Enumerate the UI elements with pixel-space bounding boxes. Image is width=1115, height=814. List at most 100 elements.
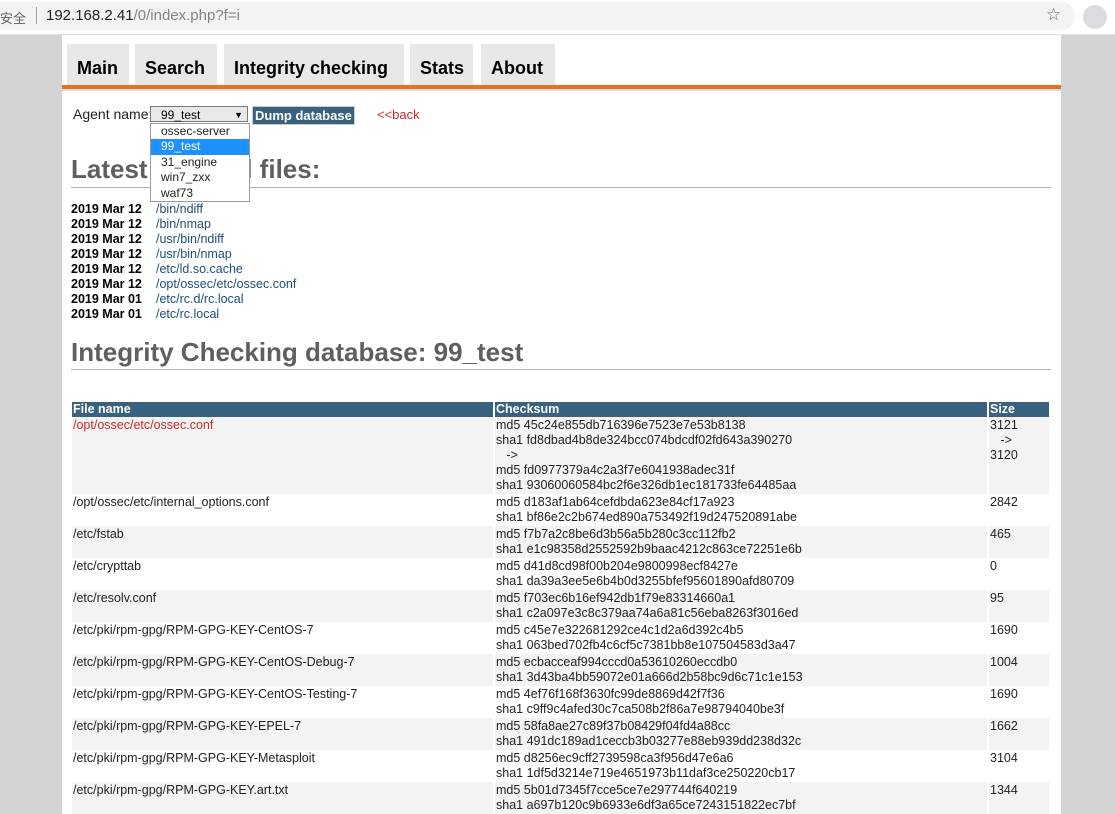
file-link[interactable]: /etc/ld.so.cache bbox=[156, 262, 243, 276]
size-cell: 3104 bbox=[988, 750, 1051, 782]
profile-avatar[interactable] bbox=[1083, 5, 1107, 29]
list-item: 2019 Mar 12/usr/bin/nmap bbox=[71, 247, 296, 262]
file-name-cell: /etc/pki/rpm-gpg/RPM-GPG-KEY-CentOS-7 bbox=[72, 622, 495, 654]
size-cell: 1690 bbox=[988, 686, 1051, 718]
file-date: 2019 Mar 12 bbox=[71, 232, 142, 246]
table-row: /etc/resolv.conf md5 f703ec6b16ef942db1f7… bbox=[72, 590, 1051, 622]
bookmark-star-icon[interactable]: ☆ bbox=[1046, 5, 1061, 25]
table-row: /etc/crypttab md5 d41d8cd98f00b204e980099… bbox=[72, 558, 1051, 590]
db-heading-rule bbox=[71, 369, 1051, 370]
tab-search[interactable]: Search bbox=[135, 44, 217, 85]
latest-heading-left: Latest bbox=[71, 154, 148, 184]
agent-option[interactable]: 31_engine bbox=[151, 155, 249, 170]
size-cell: 1690 bbox=[988, 622, 1051, 654]
checksum-cell: md5 58fa8ae27c89f37b08429f04fd4a88cc sha… bbox=[494, 718, 989, 750]
checksum-cell: md5 f703ec6b16ef942db1f79e83314660a1 sha… bbox=[494, 590, 989, 622]
list-item: 2019 Mar 12/bin/nmap bbox=[71, 217, 296, 232]
url-path: /0/index.php?f=i bbox=[133, 7, 240, 24]
nav-divider bbox=[62, 89, 1061, 91]
latest-files-list: 2019 Mar 12/bin/ndiff 2019 Mar 12/bin/nma… bbox=[71, 202, 296, 322]
table-row: /etc/pki/rpm-gpg/RPM-GPG-KEY-EPEL-7 md5 5… bbox=[72, 718, 1051, 750]
file-date: 2019 Mar 12 bbox=[71, 247, 142, 261]
table-row: /etc/pki/rpm-gpg/RPM-GPG-KEY-CentOS-Test… bbox=[72, 686, 1051, 718]
file-name-cell: /etc/fstab bbox=[72, 526, 495, 558]
dropdown-arrow-icon: ▼ bbox=[234, 110, 243, 120]
agent-name-label: Agent name: bbox=[73, 106, 153, 122]
file-date: 2019 Mar 12 bbox=[71, 202, 142, 216]
size-cell: 1344 bbox=[988, 782, 1051, 814]
file-link[interactable]: /bin/ndiff bbox=[156, 202, 203, 216]
file-name-cell: /etc/pki/rpm-gpg/RPM-GPG-KEY.art.txt bbox=[72, 782, 495, 814]
size-cell: 2842 bbox=[988, 494, 1051, 526]
file-link[interactable]: /opt/ossec/etc/ossec.conf bbox=[156, 277, 296, 291]
file-link[interactable]: /usr/bin/nmap bbox=[156, 247, 232, 261]
list-item: 2019 Mar 12/opt/ossec/etc/ossec.conf bbox=[71, 277, 296, 292]
file-link[interactable]: /etc/rc.d/rc.local bbox=[156, 292, 244, 306]
file-name-cell: /etc/pki/rpm-gpg/RPM-GPG-KEY-CentOS-Test… bbox=[72, 686, 495, 718]
agent-option[interactable]: win7_zxx bbox=[151, 170, 249, 185]
agent-dropdown-list: ossec-server 99_test 31_engine win7_zxx waf7… bbox=[150, 123, 250, 202]
tab-main[interactable]: Main bbox=[67, 44, 129, 85]
list-item: 2019 Mar 01/etc/rc.d/rc.local bbox=[71, 292, 296, 307]
back-link[interactable]: <<back bbox=[377, 107, 420, 122]
agent-select-value: 99_test bbox=[161, 108, 201, 122]
browser-address-bar: 安全 192.168.2.41/0/index.php?f=i ☆ bbox=[0, 0, 1115, 35]
col-file-name: File name bbox=[72, 402, 495, 417]
size-cell: 1004 bbox=[988, 654, 1051, 686]
file-date: 2019 Mar 12 bbox=[71, 217, 142, 231]
tab-about[interactable]: About bbox=[481, 44, 555, 85]
url-text[interactable]: 192.168.2.41/0/index.php?f=i bbox=[46, 7, 240, 24]
col-size: Size bbox=[988, 402, 1051, 417]
table-header-row: File name Checksum Size bbox=[72, 402, 1051, 417]
list-item: 2019 Mar 12/usr/bin/ndiff bbox=[71, 232, 296, 247]
file-date: 2019 Mar 01 bbox=[71, 307, 142, 321]
file-name-cell: /etc/resolv.conf bbox=[72, 590, 495, 622]
file-date: 2019 Mar 01 bbox=[71, 292, 142, 306]
omnibox-divider bbox=[36, 7, 37, 24]
table-row: /opt/ossec/etc/ossec.conf md5 45c24e855db… bbox=[72, 417, 1051, 494]
tab-stats[interactable]: Stats bbox=[410, 44, 473, 85]
checksum-cell: md5 ecbacceaf994cccd0a53610260eccdb0 sha… bbox=[494, 654, 989, 686]
file-link[interactable]: /etc/rc.local bbox=[156, 307, 219, 321]
size-cell: 465 bbox=[988, 526, 1051, 558]
checksum-cell: md5 d8256ec9cff2739598ca3f956d47e6a6 sha… bbox=[494, 750, 989, 782]
list-item: 2019 Mar 12/bin/ndiff bbox=[71, 202, 296, 217]
table-body: /opt/ossec/etc/ossec.conf md5 45c24e855db… bbox=[72, 417, 1051, 814]
main-nav: Main Search Integrity checking Stats Abo… bbox=[62, 44, 1061, 85]
col-checksum: Checksum bbox=[494, 402, 989, 417]
file-date: 2019 Mar 12 bbox=[71, 277, 142, 291]
url-host: 192.168.2.41 bbox=[46, 7, 134, 24]
security-indicator[interactable]: 安全 bbox=[0, 8, 26, 27]
checksum-cell: md5 d183af1ab64cefdbda623e84cf17a923 sha… bbox=[494, 494, 989, 526]
file-name-cell: /etc/crypttab bbox=[72, 558, 495, 590]
file-link[interactable]: /bin/nmap bbox=[156, 217, 211, 231]
integrity-table: File name Checksum Size /opt/ossec/etc/o… bbox=[72, 402, 1051, 814]
agent-option[interactable]: ossec-server bbox=[151, 124, 249, 139]
page-content: Main Search Integrity checking Stats Abo… bbox=[62, 35, 1061, 814]
table-row: /etc/pki/rpm-gpg/RPM-GPG-KEY-CentOS-7 md5… bbox=[72, 622, 1051, 654]
size-cell: 3121 -> 3120 bbox=[988, 417, 1051, 494]
table-row: /etc/pki/rpm-gpg/RPM-GPG-KEY.art.txt md5 … bbox=[72, 782, 1051, 814]
dump-database-button[interactable]: Dump database bbox=[252, 106, 355, 125]
checksum-cell: md5 5b01d7345f7cce5ce7e297744f640219 sha… bbox=[494, 782, 989, 814]
file-name-cell: /etc/pki/rpm-gpg/RPM-GPG-KEY-Metasploit bbox=[72, 750, 495, 782]
size-cell: 95 bbox=[988, 590, 1051, 622]
checksum-cell: md5 c45e7e322681292ce4c1d2a6d392c4b5 sha… bbox=[494, 622, 989, 654]
table-row: /opt/ossec/etc/internal_options.conf md5 … bbox=[72, 494, 1051, 526]
list-item: 2019 Mar 12/etc/ld.so.cache bbox=[71, 262, 296, 277]
table-row: /etc/fstab md5 f7b7a2c8be6d3b56a5b280c3cc… bbox=[72, 526, 1051, 558]
file-name-cell: /opt/ossec/etc/ossec.conf bbox=[72, 417, 495, 494]
file-name-cell: /opt/ossec/etc/internal_options.conf bbox=[72, 494, 495, 526]
file-link[interactable]: /usr/bin/ndiff bbox=[156, 232, 224, 246]
checksum-cell: md5 d41d8cd98f00b204e9800998ecf8427e sha… bbox=[494, 558, 989, 590]
tab-integrity-checking[interactable]: Integrity checking bbox=[224, 44, 404, 85]
file-name-cell: /etc/pki/rpm-gpg/RPM-GPG-KEY-EPEL-7 bbox=[72, 718, 495, 750]
checksum-cell: md5 45c24e855db716396e7523e7e53b8138 sha… bbox=[494, 417, 989, 494]
agent-option[interactable]: 99_test bbox=[151, 139, 249, 155]
file-date: 2019 Mar 12 bbox=[71, 262, 142, 276]
agent-select[interactable]: 99_test ▼ bbox=[150, 106, 248, 122]
agent-option[interactable]: waf73 bbox=[151, 186, 249, 201]
size-cell: 0 bbox=[988, 558, 1051, 590]
checksum-cell: md5 f7b7a2c8be6d3b56a5b280c3cc112fb2 sha… bbox=[494, 526, 989, 558]
table-row: /etc/pki/rpm-gpg/RPM-GPG-KEY-CentOS-Debu… bbox=[72, 654, 1051, 686]
